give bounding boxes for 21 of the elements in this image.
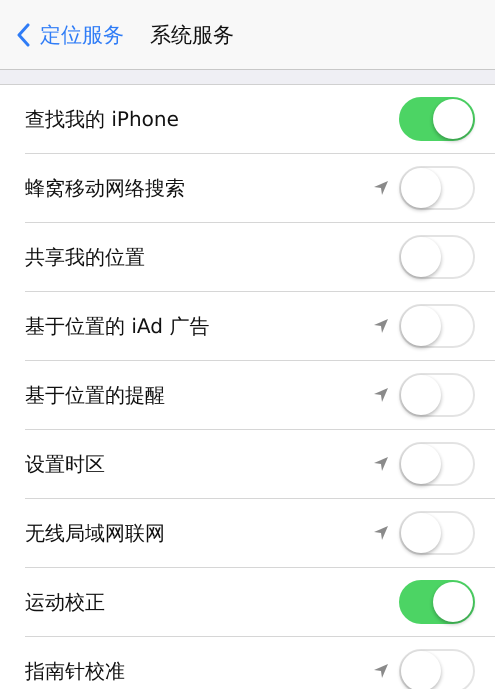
setting-label: 运动校正 bbox=[25, 588, 105, 616]
toggle-switch[interactable] bbox=[399, 649, 475, 689]
toggle-switch[interactable] bbox=[399, 442, 475, 486]
setting-label: 基于位置的提醒 bbox=[25, 382, 165, 408]
back-button[interactable]: 定位服务 bbox=[0, 20, 124, 48]
setting-label: 基于位置的 iAd 广告 bbox=[25, 312, 210, 340]
toggle-switch[interactable] bbox=[399, 166, 475, 210]
setting-label: 蜂窝移动网络搜索 bbox=[25, 174, 185, 202]
screen-title: 系统服务 bbox=[150, 22, 234, 48]
setting-label: 设置时区 bbox=[25, 450, 105, 478]
toggle-switch[interactable] bbox=[399, 511, 475, 555]
toggle-switch[interactable] bbox=[399, 97, 475, 141]
back-chevron-icon bbox=[16, 22, 30, 46]
toggle-switch[interactable] bbox=[399, 373, 475, 417]
setting-label: 无线局域网联网 bbox=[25, 520, 165, 546]
toggle-switch[interactable] bbox=[399, 580, 475, 624]
toggle-switch[interactable] bbox=[399, 304, 475, 348]
setting-label: 查找我的 iPhone bbox=[25, 106, 179, 132]
toggle-switch[interactable] bbox=[399, 235, 475, 279]
setting-label: 指南针校准 bbox=[25, 658, 125, 684]
setting-label: 共享我的位置 bbox=[25, 244, 145, 270]
